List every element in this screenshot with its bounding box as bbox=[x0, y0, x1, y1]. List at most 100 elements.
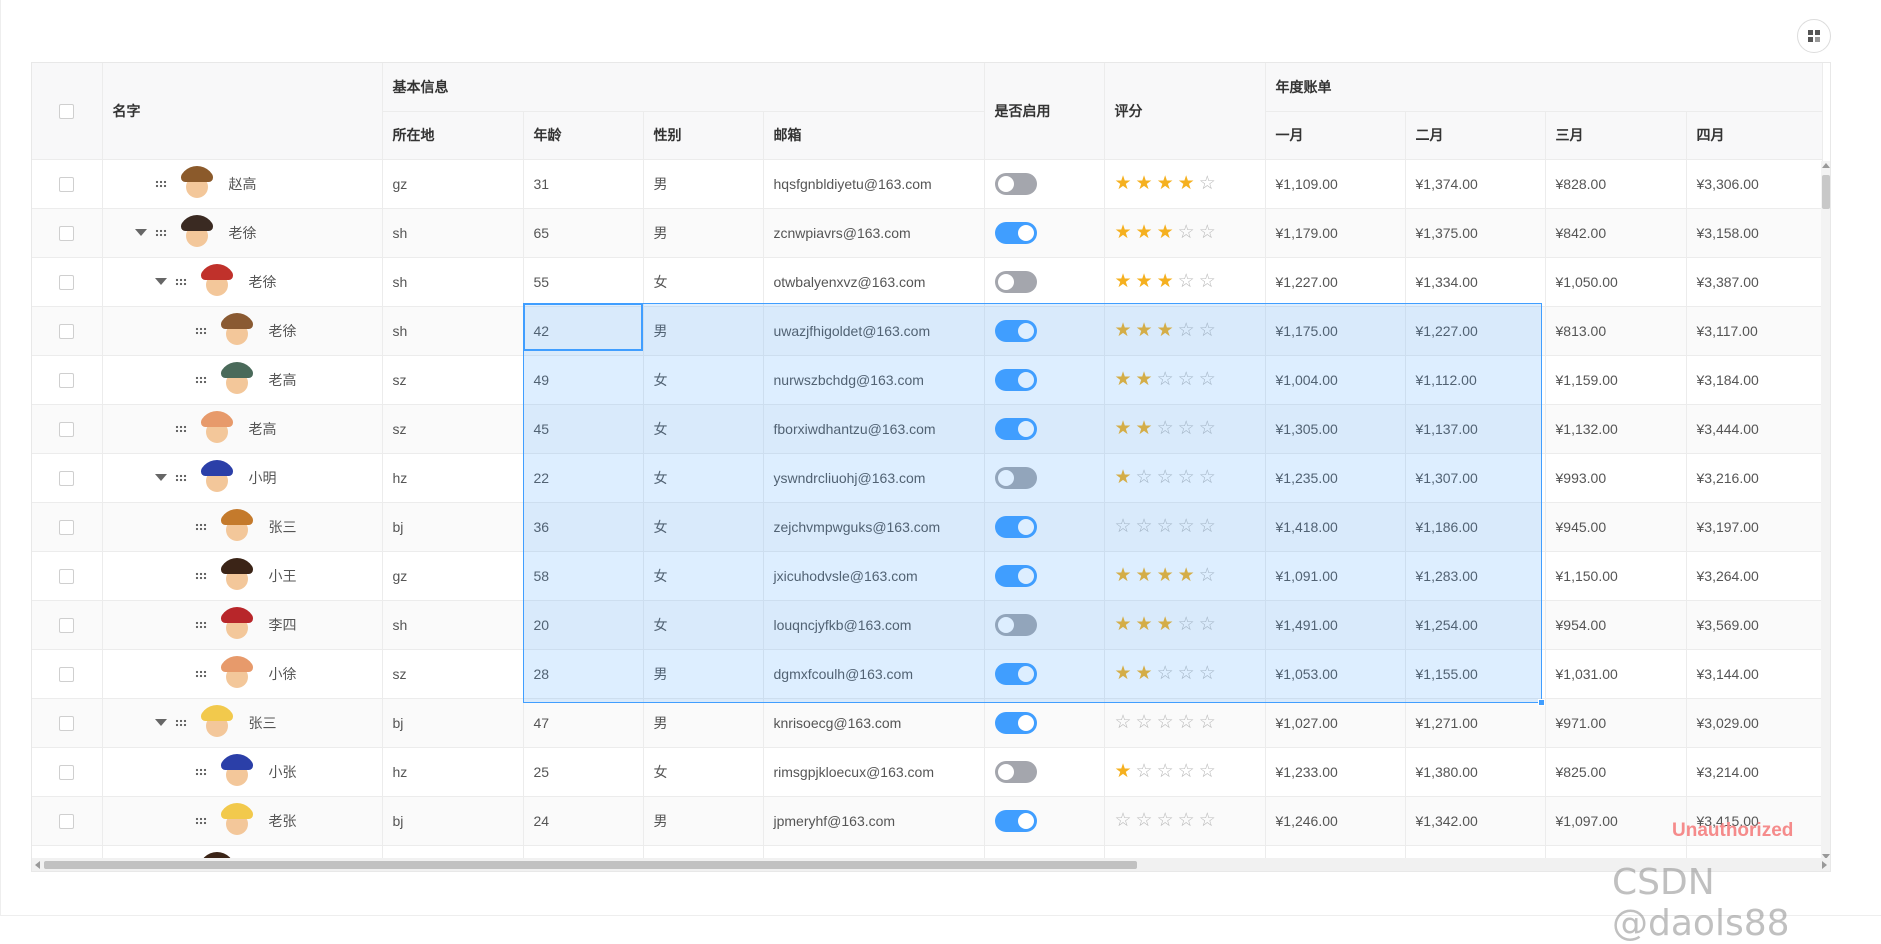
star-icon[interactable]: ☆ bbox=[1199, 516, 1220, 537]
name-cell[interactable]: 小王 bbox=[102, 551, 383, 601]
table-row[interactable]: 赵高 gz 31 男 hqsfgnbldiyetu@163.com ★★★★☆ ¥1,109… bbox=[32, 159, 1823, 209]
gender-cell[interactable]: 男 bbox=[643, 208, 764, 258]
enabled-switch[interactable] bbox=[994, 270, 1037, 293]
email-cell[interactable]: nurwszbchdg@163.com bbox=[763, 355, 985, 405]
expand-caret-icon[interactable] bbox=[154, 474, 167, 481]
gender-cell[interactable]: 男 bbox=[643, 796, 764, 846]
jan-cell[interactable]: ¥1,109.00 bbox=[1265, 159, 1406, 209]
row-select-cell[interactable] bbox=[32, 796, 103, 846]
enabled-switch[interactable] bbox=[994, 809, 1037, 832]
feb-cell[interactable]: ¥1,112.00 bbox=[1405, 355, 1546, 405]
expand-caret-icon[interactable] bbox=[154, 719, 167, 726]
rating-cell[interactable]: ★★★★☆ bbox=[1104, 159, 1266, 209]
location-cell[interactable]: gz bbox=[382, 551, 524, 601]
location-cell[interactable]: sz bbox=[382, 649, 524, 699]
table-row[interactable]: 李四 sh 20 女 louqncjyfkb@163.com ★★★☆☆ ¥1,491.00… bbox=[32, 600, 1823, 650]
star-icon[interactable]: ★ bbox=[1136, 565, 1157, 586]
row-checkbox[interactable] bbox=[59, 372, 75, 388]
email-cell[interactable]: dgmxfcoulh@163.com bbox=[763, 649, 985, 699]
rating-cell[interactable]: ★☆☆☆☆ bbox=[1104, 453, 1266, 503]
drag-handle-icon[interactable] bbox=[174, 473, 187, 482]
enabled-cell[interactable] bbox=[984, 747, 1105, 797]
row-checkbox[interactable] bbox=[59, 470, 75, 486]
apr-cell[interactable]: ¥3,264.00 bbox=[1686, 551, 1823, 601]
apr-cell[interactable]: ¥3,184.00 bbox=[1686, 355, 1823, 405]
star-icon[interactable]: ☆ bbox=[1199, 320, 1220, 341]
star-icon[interactable]: ☆ bbox=[1157, 418, 1178, 439]
enabled-switch[interactable] bbox=[994, 319, 1037, 342]
age-cell[interactable]: 22 bbox=[523, 453, 644, 503]
feb-cell[interactable]: ¥1,342.00 bbox=[1405, 796, 1546, 846]
star-icon[interactable]: ★ bbox=[1136, 173, 1157, 194]
mar-cell[interactable]: ¥1,031.00 bbox=[1545, 649, 1687, 699]
rating-cell[interactable]: ★★☆☆☆ bbox=[1104, 404, 1266, 454]
select-all-checkbox[interactable] bbox=[59, 104, 75, 120]
star-icon[interactable]: ☆ bbox=[1178, 418, 1199, 439]
jan-cell[interactable]: ¥1,175.00 bbox=[1265, 306, 1406, 356]
rating-cell[interactable]: ★★★★☆ bbox=[1104, 551, 1266, 601]
age-cell[interactable]: 47 bbox=[523, 698, 644, 748]
location-cell[interactable]: sh bbox=[382, 306, 524, 356]
row-select-cell[interactable] bbox=[32, 159, 103, 209]
star-icon[interactable]: ☆ bbox=[1178, 369, 1199, 390]
vertical-scrollbar[interactable] bbox=[1821, 161, 1830, 861]
star-icon[interactable]: ★ bbox=[1115, 271, 1136, 292]
name-cell[interactable]: 老张 bbox=[102, 796, 383, 846]
rating-cell[interactable]: ★★★☆☆ bbox=[1104, 600, 1266, 650]
location-cell[interactable]: gz bbox=[382, 159, 524, 209]
enabled-cell[interactable] bbox=[984, 208, 1105, 258]
email-cell[interactable]: hqsfgnbldiyetu@163.com bbox=[763, 159, 985, 209]
row-checkbox[interactable] bbox=[59, 176, 75, 192]
mar-cell[interactable]: ¥945.00 bbox=[1545, 502, 1687, 552]
feb-cell[interactable]: ¥1,186.00 bbox=[1405, 502, 1546, 552]
row-select-cell[interactable] bbox=[32, 698, 103, 748]
feb-cell[interactable]: ¥1,254.00 bbox=[1405, 600, 1546, 650]
star-icon[interactable]: ★ bbox=[1136, 614, 1157, 635]
jan-cell[interactable]: ¥1,053.00 bbox=[1265, 649, 1406, 699]
drag-handle-icon[interactable] bbox=[194, 522, 207, 531]
star-icon[interactable]: ☆ bbox=[1178, 663, 1199, 684]
star-icon[interactable]: ☆ bbox=[1178, 222, 1199, 243]
rating-cell[interactable]: ★★★☆☆ bbox=[1104, 306, 1266, 356]
apr-cell[interactable]: ¥3,306.00 bbox=[1686, 159, 1823, 209]
location-cell[interactable]: bj bbox=[382, 796, 524, 846]
mar-cell[interactable]: ¥971.00 bbox=[1545, 698, 1687, 748]
row-checkbox[interactable] bbox=[59, 568, 75, 584]
apr-cell[interactable]: ¥3,144.00 bbox=[1686, 649, 1823, 699]
location-cell[interactable]: bj bbox=[382, 698, 524, 748]
star-icon[interactable]: ☆ bbox=[1157, 467, 1178, 488]
enabled-switch[interactable] bbox=[994, 662, 1037, 685]
table-row[interactable]: 小明 hz 22 女 yswndrcliuohj@163.com ★☆☆☆☆ ¥1,235.… bbox=[32, 453, 1823, 503]
table-row[interactable]: 小徐 sz 28 男 dgmxfcoulh@163.com ★★☆☆☆ ¥1,053.00 ¥… bbox=[32, 649, 1823, 699]
star-icon[interactable]: ★ bbox=[1157, 222, 1178, 243]
star-icon[interactable]: ☆ bbox=[1136, 516, 1157, 537]
rating-cell[interactable]: ★☆☆☆☆ bbox=[1104, 747, 1266, 797]
name-cell[interactable]: 老徐 bbox=[102, 306, 383, 356]
enabled-cell[interactable] bbox=[984, 600, 1105, 650]
apr-cell[interactable]: ¥3,197.00 bbox=[1686, 502, 1823, 552]
star-icon[interactable]: ★ bbox=[1157, 271, 1178, 292]
jan-cell[interactable]: ¥1,227.00 bbox=[1265, 257, 1406, 307]
table-row[interactable]: 小张 hz 25 女 rimsgpjkloecux@163.com ★☆☆☆☆ ¥1,233… bbox=[32, 747, 1823, 797]
row-select-cell[interactable] bbox=[32, 306, 103, 356]
row-select-cell[interactable] bbox=[32, 502, 103, 552]
mar-cell[interactable]: ¥1,050.00 bbox=[1545, 257, 1687, 307]
drag-handle-icon[interactable] bbox=[194, 669, 207, 678]
rating-cell[interactable]: ☆☆☆☆☆ bbox=[1104, 502, 1266, 552]
rating-stars[interactable]: ★★☆☆☆ bbox=[1115, 663, 1220, 684]
jan-cell[interactable]: ¥1,418.00 bbox=[1265, 502, 1406, 552]
enabled-cell[interactable] bbox=[984, 551, 1105, 601]
star-icon[interactable]: ☆ bbox=[1157, 810, 1178, 831]
email-cell[interactable]: jxicuhodvsle@163.com bbox=[763, 551, 985, 601]
star-icon[interactable]: ★ bbox=[1136, 222, 1157, 243]
enabled-switch[interactable] bbox=[994, 221, 1037, 244]
star-icon[interactable]: ☆ bbox=[1199, 565, 1220, 586]
star-icon[interactable]: ★ bbox=[1115, 663, 1136, 684]
mar-cell[interactable]: ¥1,097.00 bbox=[1545, 796, 1687, 846]
rating-stars[interactable]: ★★★☆☆ bbox=[1115, 320, 1220, 341]
gender-cell[interactable]: 女 bbox=[643, 257, 764, 307]
row-checkbox[interactable] bbox=[59, 666, 75, 682]
star-icon[interactable]: ☆ bbox=[1178, 271, 1199, 292]
drag-handle-icon[interactable] bbox=[174, 424, 187, 433]
expand-caret-icon[interactable] bbox=[134, 229, 147, 236]
